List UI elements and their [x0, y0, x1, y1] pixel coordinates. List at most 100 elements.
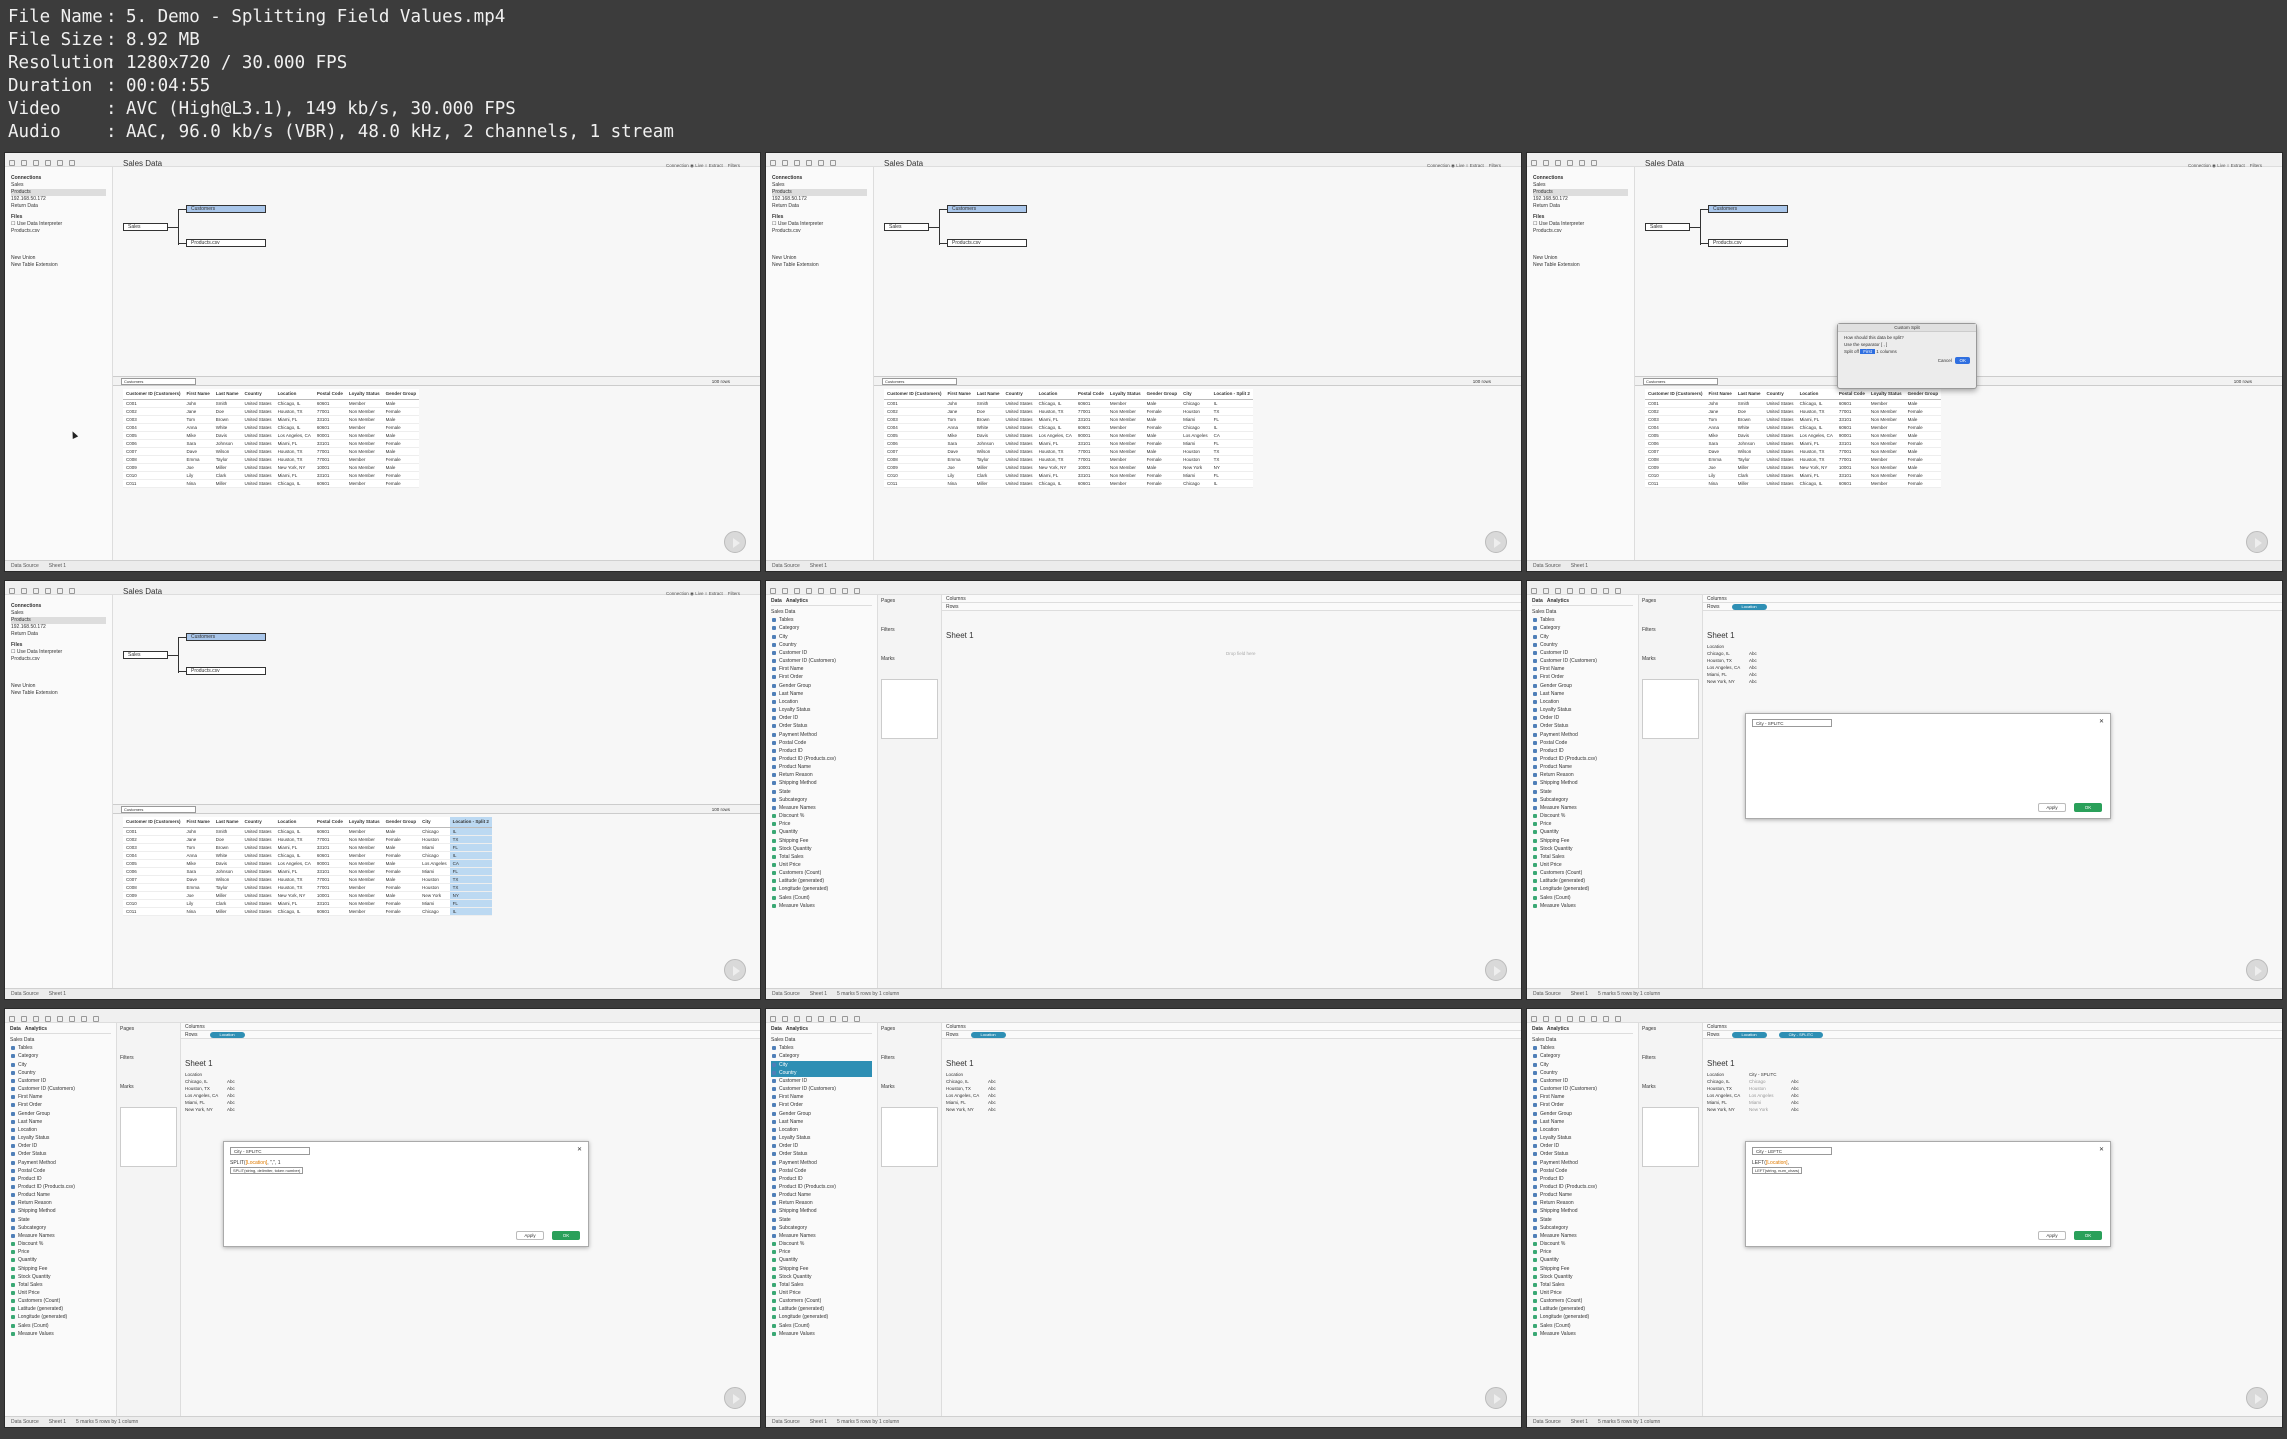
data-interpreter-checkbox[interactable]: ☐ Use Data Interpreter — [772, 221, 867, 228]
field-item[interactable]: Country — [771, 1068, 872, 1077]
tab-data-source[interactable]: Data Source — [1533, 1417, 1561, 1427]
field-item[interactable]: Gender Group — [1532, 682, 1633, 690]
field-item[interactable]: Order Status — [771, 722, 872, 730]
measure-item[interactable]: Stock Quantity — [10, 1273, 111, 1281]
field-item[interactable]: State — [10, 1216, 111, 1224]
location-pill[interactable]: Location — [970, 1031, 1006, 1038]
field-item[interactable]: Product ID — [1532, 747, 1633, 755]
table-customers[interactable]: Customers — [186, 633, 266, 641]
measure-item[interactable]: Shipping Fee — [1532, 1265, 1633, 1273]
close-icon[interactable]: ✕ — [577, 1146, 582, 1153]
column-header[interactable]: Location - Split 2 — [1210, 389, 1253, 400]
field-item[interactable]: Location — [771, 698, 872, 706]
field-item[interactable]: Postal Code — [1532, 739, 1633, 747]
products-csv-file[interactable]: Products.csv — [11, 656, 106, 663]
play-icon[interactable] — [2246, 531, 2268, 553]
measure-item[interactable]: Sales (Count) — [1532, 1322, 1633, 1330]
tab-data-source[interactable]: Data Source — [11, 561, 39, 571]
table-products[interactable]: Products.csv — [186, 239, 266, 247]
marks-buttons[interactable] — [1642, 679, 1699, 739]
rows-shelf[interactable]: Rows Location — [942, 1031, 1521, 1039]
connection-item[interactable]: 192.168.50.172 — [11, 624, 106, 631]
measure-item[interactable]: Measure Values — [1532, 1330, 1633, 1338]
play-icon[interactable] — [1485, 959, 1507, 981]
column-header[interactable]: Customer ID (Customers) — [123, 389, 184, 400]
field-item[interactable]: Measure Names — [771, 1232, 872, 1240]
field-item[interactable]: Location — [1532, 1126, 1633, 1134]
play-icon[interactable] — [1485, 1387, 1507, 1409]
field-item[interactable]: First Order — [1532, 1101, 1633, 1109]
field-item[interactable]: Payment Method — [771, 731, 872, 739]
tab-data-source[interactable]: Data Source — [772, 561, 800, 571]
tab-data-source[interactable]: Data Source — [1533, 561, 1561, 571]
measure-item[interactable]: Price — [771, 820, 872, 828]
measure-item[interactable]: Shipping Fee — [10, 1265, 111, 1273]
field-item[interactable]: Country — [771, 641, 872, 649]
field-item[interactable]: First Order — [771, 1101, 872, 1109]
field-item[interactable]: Order ID — [10, 1142, 111, 1150]
field-item[interactable]: Shipping Method — [1532, 1207, 1633, 1215]
field-item[interactable]: Gender Group — [771, 682, 872, 690]
new-union-item[interactable]: New Union — [772, 255, 867, 262]
connection-item[interactable]: Sales — [1533, 182, 1628, 189]
measure-item[interactable]: Measure Values — [771, 902, 872, 910]
column-header[interactable]: Loyalty Status — [345, 817, 383, 828]
location-pill[interactable]: Location — [1731, 1031, 1767, 1038]
products-csv-file[interactable]: Products.csv — [1533, 228, 1628, 235]
measure-item[interactable]: Quantity — [771, 828, 872, 836]
tab-data-source[interactable]: Data Source — [11, 989, 39, 999]
measure-item[interactable]: Shipping Fee — [771, 837, 872, 845]
field-item[interactable]: Postal Code — [771, 1167, 872, 1175]
measure-item[interactable]: Quantity — [1532, 828, 1633, 836]
table-sales[interactable]: Sales — [884, 223, 929, 231]
field-item[interactable]: Product Name — [1532, 763, 1633, 771]
field-item[interactable]: Product ID (Products.csv) — [10, 1183, 111, 1191]
new-table-extension-item[interactable]: New Table Extension — [1533, 262, 1628, 269]
field-item[interactable]: Gender Group — [1532, 1110, 1633, 1118]
ok-button[interactable]: OK — [2074, 803, 2102, 812]
field-item[interactable]: Last Name — [1532, 1118, 1633, 1126]
table-products[interactable]: Products.csv — [1708, 239, 1788, 247]
connection-item[interactable]: 192.168.50.172 — [1533, 196, 1628, 203]
measure-item[interactable]: Discount % — [771, 1240, 872, 1248]
measure-item[interactable]: Longitude (generated) — [771, 1313, 872, 1321]
field-item[interactable]: Product ID — [771, 747, 872, 755]
field-item[interactable]: Loyalty Status — [10, 1134, 111, 1142]
table-select[interactable]: Customers — [121, 806, 196, 814]
ok-button[interactable]: OK — [552, 1231, 580, 1240]
column-header[interactable]: First Name — [944, 389, 974, 400]
column-header[interactable]: First Name — [183, 817, 213, 828]
connection-item[interactable]: Return Data — [11, 203, 106, 210]
field-item[interactable]: Measure Names — [1532, 1232, 1633, 1240]
field-item[interactable]: Measure Names — [1532, 804, 1633, 812]
column-header[interactable]: Location — [1035, 389, 1075, 400]
play-icon[interactable] — [724, 1387, 746, 1409]
columns-shelf[interactable]: Columns — [942, 1023, 1521, 1031]
field-item[interactable]: Category — [1532, 624, 1633, 632]
column-header[interactable]: Customer ID (Customers) — [884, 389, 945, 400]
rows-shelf[interactable]: Rows — [942, 603, 1521, 611]
data-tab[interactable]: Data — [771, 1026, 782, 1032]
measure-item[interactable]: Customers (Count) — [1532, 869, 1633, 877]
tab-sheet-1[interactable]: Sheet 1 — [810, 1417, 827, 1427]
field-item[interactable]: Customer ID (Customers) — [10, 1085, 111, 1093]
close-icon[interactable]: ✕ — [2099, 1146, 2104, 1153]
measure-item[interactable]: Discount % — [1532, 812, 1633, 820]
field-item[interactable]: City — [1532, 1061, 1633, 1069]
field-item[interactable]: Category — [1532, 1052, 1633, 1060]
field-item[interactable]: First Order — [1532, 673, 1633, 681]
measure-item[interactable]: Price — [10, 1248, 111, 1256]
field-item[interactable]: State — [1532, 1216, 1633, 1224]
measure-item[interactable]: Unit Price — [1532, 861, 1633, 869]
play-icon[interactable] — [2246, 1387, 2268, 1409]
split-off-row[interactable]: Split off First 1 columns — [1844, 348, 1970, 355]
measure-item[interactable]: Longitude (generated) — [1532, 1313, 1633, 1321]
field-item[interactable]: Order Status — [1532, 1150, 1633, 1158]
field-item[interactable]: Customer ID (Customers) — [771, 1085, 872, 1093]
table-customers[interactable]: Customers — [1708, 205, 1788, 213]
close-icon[interactable]: ✕ — [2099, 718, 2104, 725]
data-tab[interactable]: Data — [771, 598, 782, 604]
marks-buttons[interactable] — [1642, 1107, 1699, 1167]
column-header[interactable]: Gender Group — [382, 817, 420, 828]
field-item[interactable]: Order Status — [1532, 722, 1633, 730]
